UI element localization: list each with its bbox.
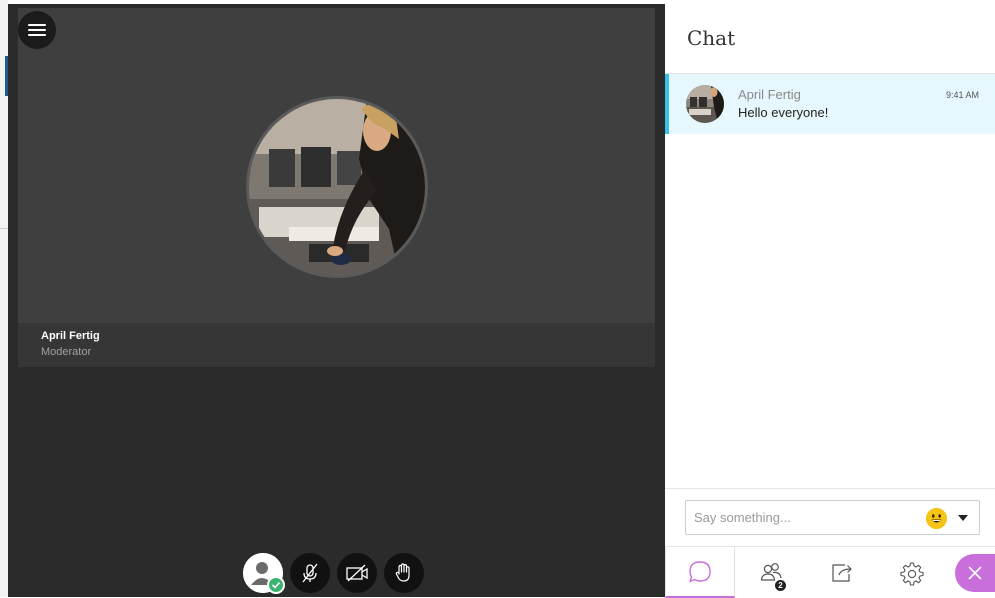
- tab-settings[interactable]: [877, 547, 947, 598]
- camera-off-icon: [346, 564, 368, 582]
- background-page-edge: [0, 0, 8, 597]
- author-avatar-image: [686, 85, 724, 123]
- emoji-dropdown-icon[interactable]: [958, 515, 968, 521]
- my-status-button[interactable]: [243, 553, 285, 594]
- participant-caption: [18, 323, 655, 367]
- participant-role: Moderator: [41, 346, 92, 358]
- participant-name: April Fertig: [41, 330, 100, 342]
- checkmark-icon: [271, 581, 281, 589]
- share-icon: [832, 563, 852, 582]
- raise-hand-button[interactable]: [384, 553, 424, 593]
- tab-share-content[interactable]: [807, 547, 877, 598]
- chat-compose: [685, 500, 980, 535]
- gear-icon: [900, 561, 924, 586]
- close-panel-button[interactable]: [955, 554, 995, 592]
- chat-message[interactable]: April Fertig 9:41 AM Hello everyone!: [665, 74, 995, 134]
- participant-video-image: [249, 99, 425, 275]
- microphone-button[interactable]: [290, 553, 330, 593]
- emoji-picker-button[interactable]: [926, 508, 947, 529]
- media-controls: [243, 553, 424, 594]
- hand-icon: [395, 563, 410, 582]
- chat-panel: Chat April Fertig 9:41 AM Hello everyone…: [665, 0, 995, 598]
- microphone-off-icon: [302, 563, 318, 583]
- message-timestamp: 9:41 AM: [945, 90, 979, 100]
- chat-bubble-icon: [689, 560, 711, 582]
- message-author: April Fertig: [738, 87, 801, 102]
- smiley-icon: [926, 508, 947, 529]
- status-ok-badge: [267, 576, 285, 594]
- participant-video: [246, 96, 428, 278]
- participant-video-tile: April Fertig Moderator: [18, 8, 655, 367]
- session-stage: April Fertig Moderator: [0, 0, 665, 597]
- message-text: Hello everyone!: [738, 105, 829, 120]
- panel-tab-bar: 2: [665, 546, 995, 598]
- close-icon: [968, 566, 982, 580]
- avatar: [686, 85, 724, 123]
- tab-attendees[interactable]: 2: [737, 547, 807, 598]
- camera-button[interactable]: [337, 553, 377, 593]
- divider: [665, 488, 995, 489]
- tab-chat[interactable]: [665, 547, 735, 598]
- panel-title: Chat: [687, 26, 736, 50]
- attendee-count-badge: 2: [774, 579, 787, 592]
- chat-message-input[interactable]: [686, 501, 916, 534]
- hamburger-menu-icon: [28, 24, 46, 26]
- session-menu-button[interactable]: [18, 11, 56, 49]
